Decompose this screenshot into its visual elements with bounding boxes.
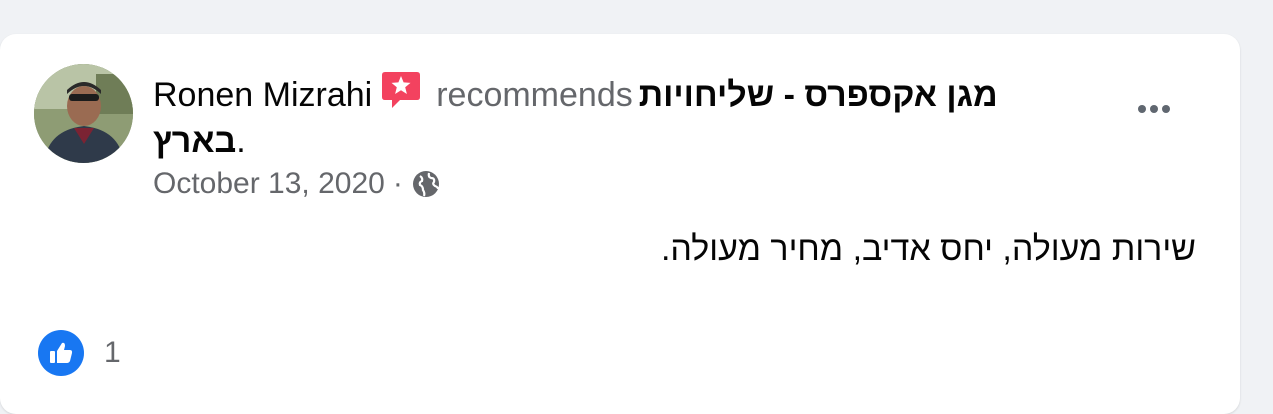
post-meta: October 13, 2020 · <box>153 164 441 204</box>
post-date-link[interactable]: October 13, 2020 <box>153 164 385 204</box>
thumbs-up-icon <box>38 330 84 376</box>
more-options-button[interactable] <box>1128 90 1180 128</box>
page-name-link[interactable]: מגן אקספרס - שליחויות <box>639 76 998 114</box>
post-card: Ronen Mizrahi recommends מגן אקספרס - שליח… <box>0 34 1240 414</box>
post-header: Ronen Mizrahi recommends מגן אקספרס - שליח… <box>153 64 1083 118</box>
page-name-link-part2[interactable]: בארץ <box>153 122 236 160</box>
star-speech-bubble-icon <box>380 70 422 112</box>
ellipsis-icon <box>1136 105 1172 113</box>
author-name-link[interactable]: Ronen Mizrahi <box>153 76 372 114</box>
avatar-image <box>34 64 133 163</box>
page-name-continuation: בארץ. <box>153 118 246 164</box>
meta-separator: · <box>392 167 403 200</box>
post-body-text: שירות מעולה, יחס אדיב, מחיר מעולה. <box>660 230 1196 268</box>
recommends-verb: recommends <box>436 76 633 114</box>
like-count: 1 <box>104 336 121 369</box>
reactions-summary[interactable]: 1 <box>38 330 121 376</box>
globe-icon[interactable] <box>411 169 441 199</box>
avatar[interactable] <box>34 64 133 163</box>
page-name-period: . <box>236 122 246 160</box>
